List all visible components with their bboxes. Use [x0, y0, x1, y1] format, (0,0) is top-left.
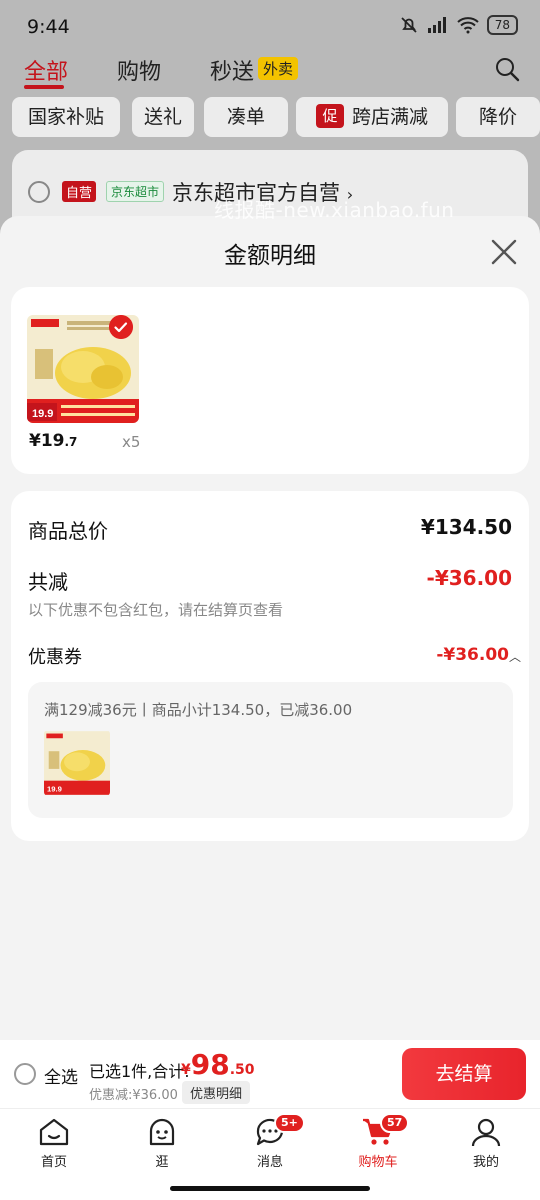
chip-price-drop[interactable]: 降价: [456, 97, 540, 137]
select-all-label[interactable]: 全选: [44, 1063, 78, 1088]
status-icons: 78: [399, 15, 518, 35]
total-currency: ¥: [181, 1062, 191, 1078]
profile-icon: [471, 1118, 501, 1147]
chip-cross-store-label: 跨店满减: [351, 106, 428, 128]
svg-text:19.9: 19.9: [32, 408, 53, 420]
status-time: 9:44: [27, 16, 70, 38]
active-tab-underline: [24, 85, 64, 89]
home-indicator: [170, 1186, 370, 1191]
nav-profile-label: 我的: [472, 1155, 499, 1170]
mute-bell-icon: [401, 17, 417, 33]
coupon-label: 优惠券: [28, 647, 82, 668]
battery-indicator: 78: [486, 15, 518, 35]
tab-all[interactable]: 全部: [24, 54, 68, 86]
nav-home-label: 首页: [40, 1155, 67, 1170]
product-price-int: ¥19: [29, 431, 65, 451]
nav-messages[interactable]: 5+ 消息: [230, 1113, 310, 1170]
chevron-up-icon[interactable]: ︿: [509, 648, 521, 665]
nav-profile[interactable]: 我的: [446, 1117, 526, 1170]
product-price-decimal: .7: [64, 435, 78, 449]
store-select-radio[interactable]: [28, 181, 50, 203]
total-reduction-value: -¥36.00: [426, 566, 512, 590]
nav-cart-label: 购物车: [358, 1155, 398, 1170]
tab-shopping[interactable]: 购物: [117, 54, 161, 86]
product-card: 19.9 ¥19.7 x5: [11, 287, 529, 474]
waimai-badge: 外卖: [258, 57, 299, 80]
total-reduction-label: 共减: [28, 570, 68, 594]
total-int: 98: [190, 1048, 230, 1081]
product-price: ¥19.7: [29, 431, 77, 451]
self-operated-tag: 自营: [62, 181, 97, 202]
discount-amount: 优惠减:¥36.00: [89, 1088, 178, 1103]
chip-add-on[interactable]: 凑单: [204, 97, 288, 137]
checkout-button[interactable]: 去结算: [402, 1048, 526, 1100]
sheet-title: 金额明细: [224, 243, 316, 269]
chip-national-subsidy[interactable]: 国家补贴: [12, 97, 120, 137]
coupon-value[interactable]: -¥36.00: [436, 645, 509, 665]
durian-product-icon: 19.9: [44, 731, 110, 795]
thumbnail-price-text: 19.9: [47, 784, 62, 793]
coupon-product-thumbnail[interactable]: 19.9: [44, 730, 110, 796]
signal-icon: [427, 17, 446, 33]
status-bar: 9:44 78: [0, 0, 540, 56]
chip-cross-store-discount[interactable]: 促跨店满减: [296, 97, 448, 137]
watermark-text: 线报酷-new.xianbao.fun: [214, 198, 455, 222]
nav-cart[interactable]: 57 购物车: [338, 1113, 418, 1170]
total-decimal: .50: [229, 1062, 255, 1078]
coupon-detail-box: 满129减36元丨商品小计134.50，已减36.00 19.9: [28, 682, 513, 818]
supermarket-tag: 京东超市: [106, 181, 165, 202]
tab-instant-delivery[interactable]: 秒送: [210, 54, 254, 86]
goods-total-label: 商品总价: [28, 519, 108, 543]
amount-breakdown-card: 商品总价 ¥134.50 共减 -¥36.00 以下优惠不包含红包，请在结算页查…: [11, 491, 529, 841]
total-price: ¥98.50: [181, 1048, 255, 1081]
reduction-note: 以下优惠不包含红包，请在结算页查看: [28, 601, 284, 619]
messages-badge: 5+: [274, 1113, 305, 1133]
search-icon[interactable]: [494, 56, 520, 82]
cart-badge: 57: [380, 1113, 410, 1133]
nav-home[interactable]: 首页: [14, 1117, 94, 1170]
nav-browse[interactable]: 逛: [122, 1117, 202, 1170]
promo-tag-icon: 促: [315, 104, 344, 128]
checked-icon[interactable]: [109, 315, 133, 339]
coupon-detail-text: 满129减36元丨商品小计134.50，已减36.00: [44, 701, 353, 719]
home-icon: [39, 1118, 69, 1146]
selected-count-text: 已选1件,合计:: [89, 1062, 190, 1081]
discount-detail-button[interactable]: 优惠明细: [182, 1081, 251, 1104]
nav-browse-label: 逛: [155, 1155, 169, 1170]
chip-gift[interactable]: 送礼: [132, 97, 194, 137]
amount-detail-sheet: 金额明细 19.9 ¥19.7 x5 商品总价 ¥134.50 共减 -¥36.…: [0, 216, 540, 1108]
checkout-bar: 全选 已选1件,合计: ¥98.50 优惠减:¥36.00 优惠明细 去结算: [0, 1040, 540, 1108]
select-all-radio[interactable]: [14, 1063, 36, 1085]
wifi-icon: [457, 17, 479, 34]
product-quantity: x5: [122, 433, 141, 451]
nav-messages-label: 消息: [256, 1155, 283, 1170]
close-icon[interactable]: [488, 236, 520, 268]
browse-face-icon: [149, 1118, 175, 1146]
goods-total-value: ¥134.50: [420, 515, 512, 539]
